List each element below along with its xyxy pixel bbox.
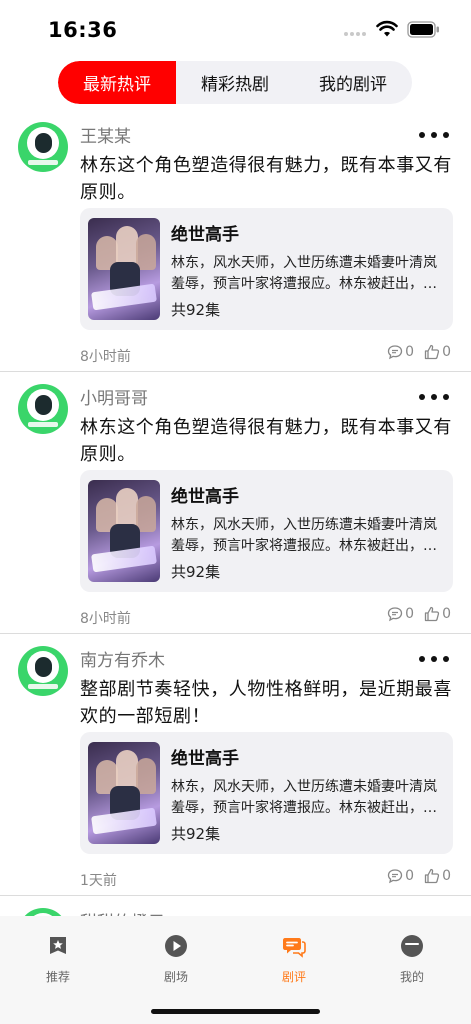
post-actions: 0 0 [387,344,451,360]
tab-latest-reviews[interactable]: 最新热评 [58,61,176,104]
comment-icon [388,345,403,360]
battery-icon [407,21,439,38]
cellular-signal-icon [344,32,366,36]
drama-title: 绝世高手 [171,225,239,245]
review-post: 小明哥哥 林东这个角色塑造得很有魅力，既有本事又有原则。 绝世高手 林东，风水天… [0,372,471,634]
username[interactable]: 小明哥哥 [80,384,148,409]
comment-icon [388,869,403,884]
thumbs-up-icon [424,868,440,884]
post-actions: 0 0 [387,868,451,884]
review-segment-control: 最新热评 精彩热剧 我的剧评 [58,61,412,104]
drama-title: 绝世高手 [171,749,239,769]
drama-card[interactable]: 绝世高手 林东，风水天师，入世历练遭未婚妻叶清岚 羞辱，预言叶家将遭报应。林东被… [80,732,453,854]
drama-cover-image [88,480,160,582]
drama-cover-image [88,218,160,320]
review-post: 王某某 林东这个角色塑造得很有魅力，既有本事又有原则。 绝世高手 林东，风水天师… [0,110,471,372]
status-time: 16:36 [48,18,118,42]
post-time: 1天前 [80,873,117,889]
drama-card[interactable]: 绝世高手 林东，风水天师，入世历练遭未婚妻叶清岚 羞辱，预言叶家将遭报应。林东被… [80,208,453,330]
avatar[interactable] [18,646,68,696]
comment-icon [388,607,403,622]
episode-count: 共92集 [171,825,221,843]
drama-title: 绝世高手 [171,487,239,507]
review-text: 整部剧节奏轻快，人物性格鲜明，是近期最喜欢的一部短剧！ [80,679,452,727]
comment-button[interactable]: 0 [387,344,414,360]
tab-reviews[interactable]: 剧评 [254,934,334,985]
more-options-icon[interactable] [419,656,449,666]
tab-label: 剧场 [163,970,188,984]
like-count: 0 [442,344,451,360]
review-feed: 王某某 林东这个角色塑造得很有魅力，既有本事又有原则。 绝世高手 林东，风水天师… [0,110,471,958]
like-button[interactable]: 0 [424,868,451,884]
tab-label: 剧评 [281,970,306,984]
episode-count: 共92集 [171,563,221,581]
avatar[interactable] [18,384,68,434]
drama-cover-image [88,742,160,844]
star-badge-icon [50,937,66,954]
like-button[interactable]: 0 [424,344,451,360]
like-count: 0 [442,606,451,622]
tab-recommend[interactable]: 推荐 [18,934,98,985]
like-count: 0 [442,868,451,884]
home-indicator [151,1009,320,1014]
comment-count: 0 [405,344,415,360]
tab-label: 我的 [399,970,424,984]
chat-bubbles-icon [283,938,306,958]
drama-description: 林东，风水天师，入世历练遭未婚妻叶清岚 羞辱，预言叶家将遭报应。林东被赶出，… [171,779,437,816]
avatar[interactable] [18,122,68,172]
drama-card[interactable]: 绝世高手 林东，风水天师，入世历练遭未婚妻叶清岚 羞辱，预言叶家将遭报应。林东被… [80,470,453,592]
more-options-icon[interactable] [419,394,449,404]
thumbs-up-icon [424,606,440,622]
post-actions: 0 0 [387,606,451,622]
bottom-tab-bar: 推荐 剧场 剧评 我的 [0,916,471,1024]
tab-profile[interactable]: 我的 [372,934,452,985]
comment-button[interactable]: 0 [387,606,414,622]
comment-count: 0 [405,606,415,622]
more-options-icon[interactable] [419,132,449,142]
tab-theater[interactable]: 剧场 [136,934,216,985]
tab-my-reviews[interactable]: 我的剧评 [294,61,412,104]
tab-label: 推荐 [45,970,70,984]
drama-description: 林东，风水天师，入世历练遭未婚妻叶清岚 羞辱，预言叶家将遭报应。林东被赶出，… [171,517,437,554]
episode-count: 共92集 [171,301,221,319]
profile-icon [401,935,423,957]
review-text: 林东这个角色塑造得很有魅力，既有本事又有原则。 [80,155,452,203]
post-time: 8小时前 [80,611,131,627]
play-circle-icon [165,935,187,957]
review-post: 南方有乔木 整部剧节奏轻快，人物性格鲜明，是近期最喜欢的一部短剧！ 绝世高手 林… [0,634,471,896]
comment-button[interactable]: 0 [387,868,414,884]
wifi-icon [376,20,398,37]
username[interactable]: 王某某 [80,122,131,147]
post-time: 8小时前 [80,349,131,365]
comment-count: 0 [405,868,415,884]
drama-description: 林东，风水天师，入世历练遭未婚妻叶清岚 羞辱，预言叶家将遭报应。林东被赶出，… [171,255,437,292]
username[interactable]: 南方有乔木 [80,646,165,671]
thumbs-up-icon [424,344,440,360]
status-bar: 16:36 [0,0,471,60]
tab-hot-dramas[interactable]: 精彩热剧 [176,61,294,104]
like-button[interactable]: 0 [424,606,451,622]
review-text: 林东这个角色塑造得很有魅力，既有本事又有原则。 [80,417,452,465]
